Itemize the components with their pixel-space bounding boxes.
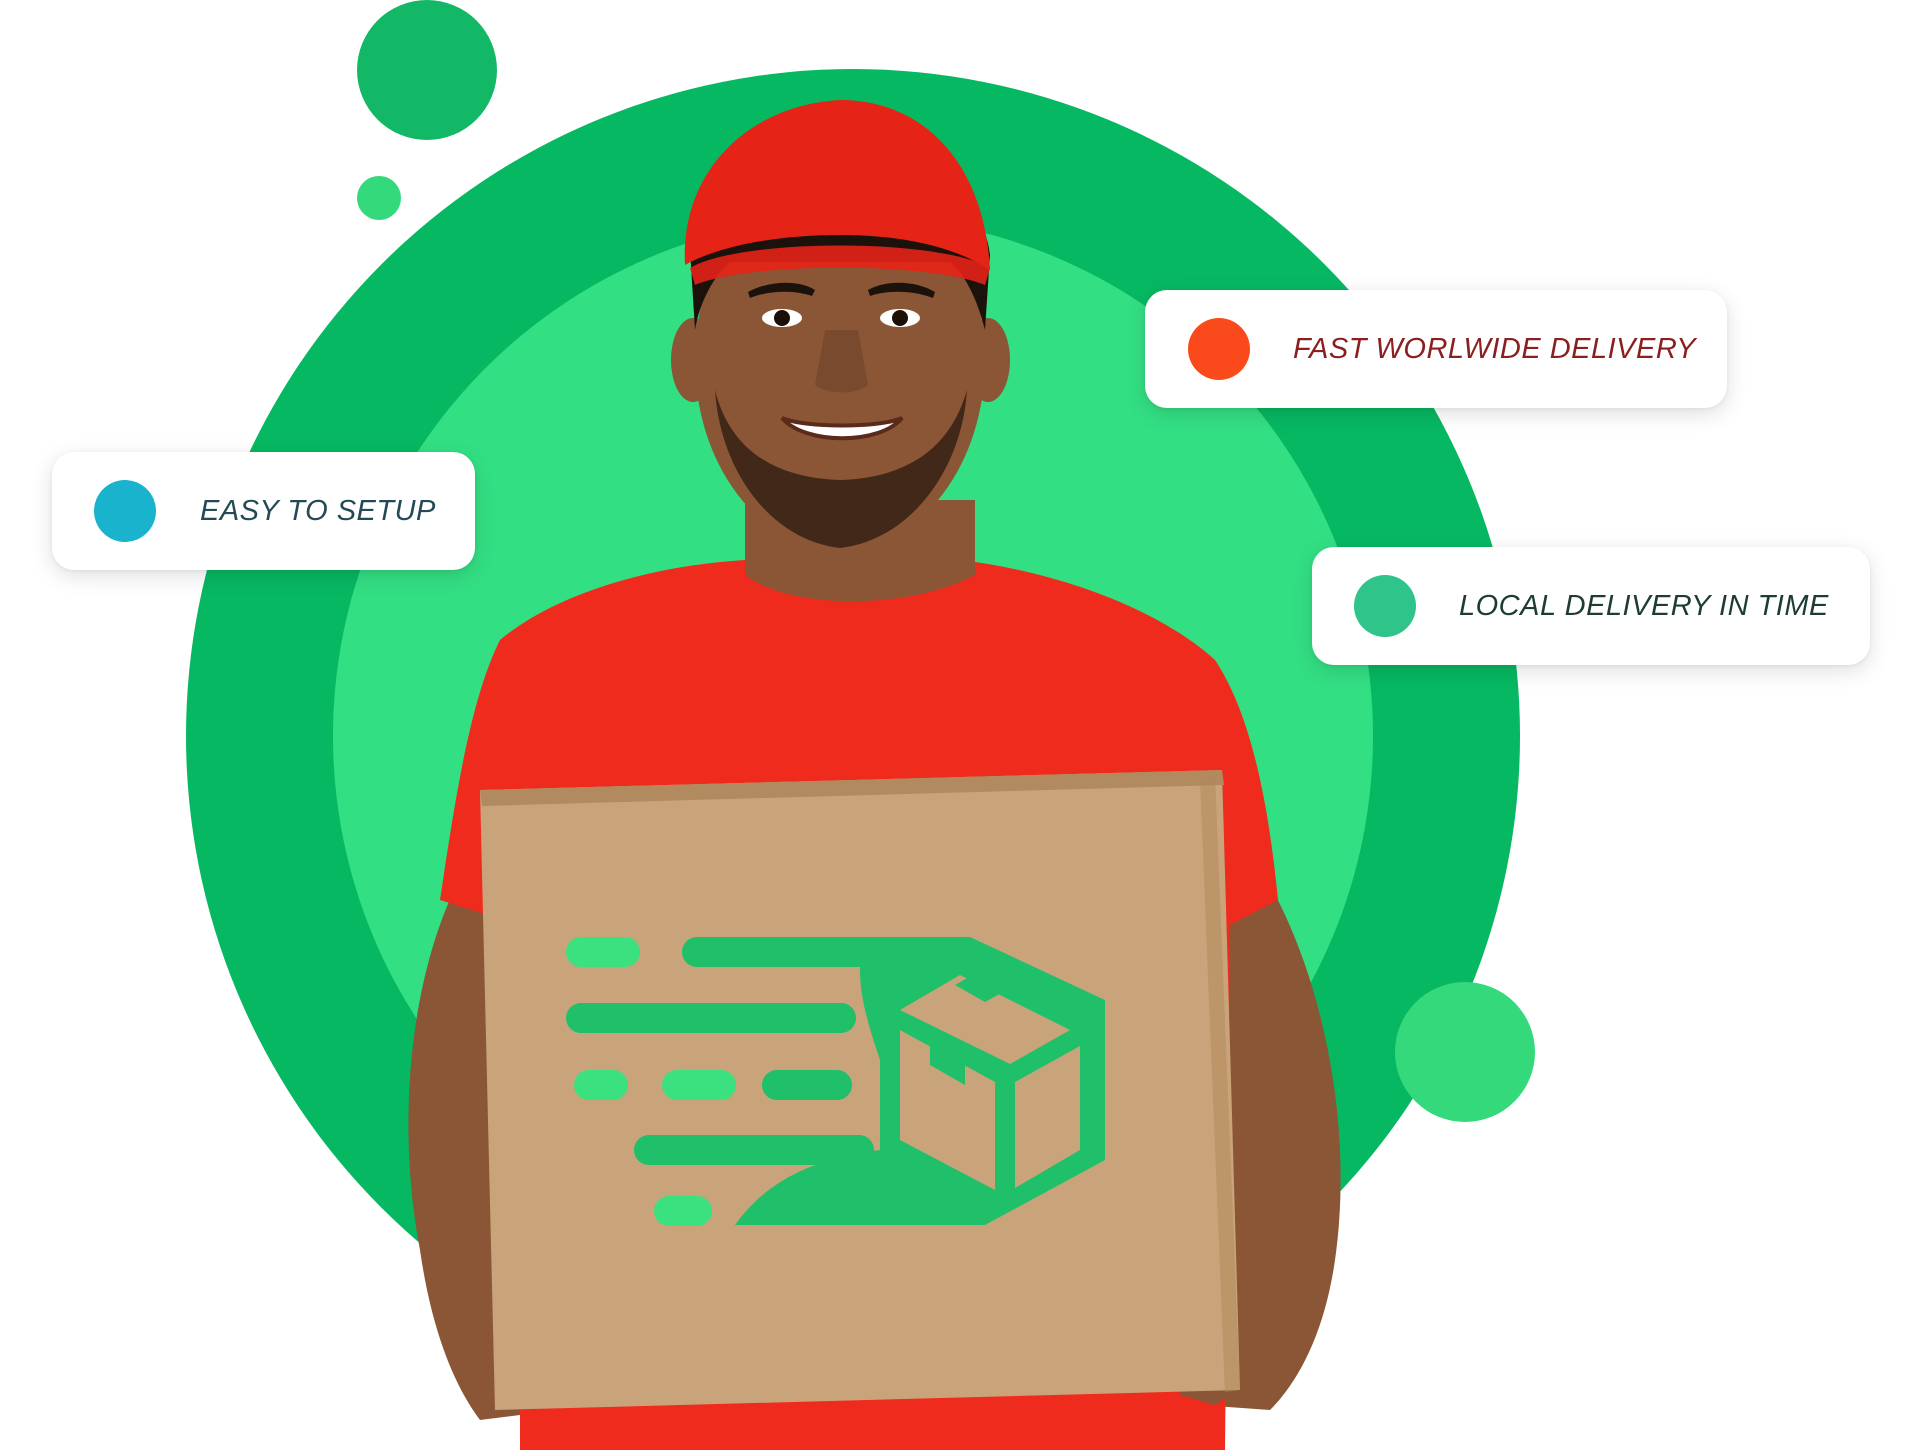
feature-label: EASY TO SETUP: [200, 494, 436, 527]
feature-label: LOCAL DELIVERY IN TIME: [1459, 589, 1829, 622]
status-dot-icon: [1188, 318, 1250, 380]
feature-card-local-delivery: LOCAL DELIVERY IN TIME: [1312, 547, 1870, 665]
bubble-top-small: [357, 176, 401, 220]
speed-line-3: [566, 1003, 856, 1033]
bubble-top-large: [357, 0, 497, 140]
speed-line-5: [662, 1070, 736, 1100]
hero-graphic: [186, 0, 1535, 1450]
speed-line-4: [574, 1070, 628, 1100]
bubble-right: [1395, 982, 1535, 1122]
speed-line-1: [566, 937, 640, 967]
feature-label: FAST WORLWIDE DELIVERY: [1293, 332, 1697, 365]
hero-illustration: EASY TO SETUP FAST WORLWIDE DELIVERY LOC…: [0, 0, 1920, 1450]
left-pupil: [774, 310, 790, 326]
feature-card-fast-worldwide-delivery: FAST WORLWIDE DELIVERY: [1145, 290, 1727, 408]
speed-line-6: [762, 1070, 852, 1100]
left-ear: [671, 318, 715, 402]
status-dot-icon: [94, 480, 156, 542]
right-ear: [966, 318, 1010, 402]
right-pupil: [892, 310, 908, 326]
speed-line-8: [654, 1196, 712, 1226]
feature-card-easy-setup: EASY TO SETUP: [52, 452, 475, 570]
status-dot-icon: [1354, 575, 1416, 637]
